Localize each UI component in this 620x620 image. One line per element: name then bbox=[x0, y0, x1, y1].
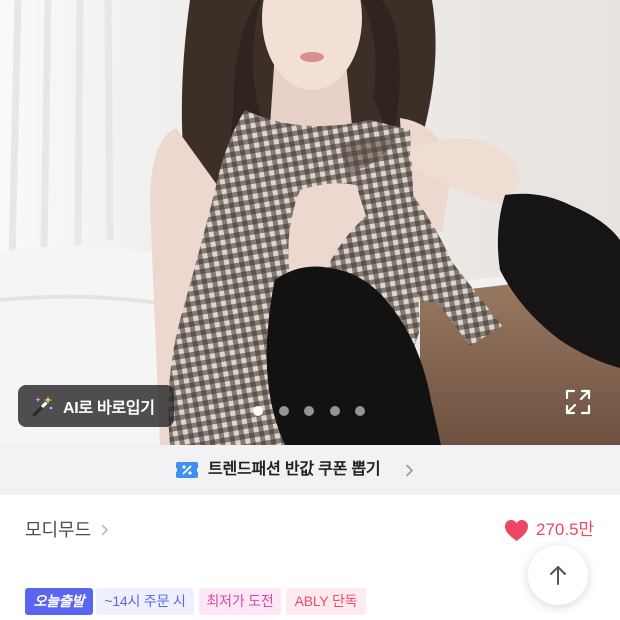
carousel-dots bbox=[253, 406, 365, 416]
magic-wand-icon bbox=[32, 396, 53, 417]
badge-today-shipping: 오늘출발 bbox=[25, 588, 93, 615]
carousel-dot bbox=[278, 406, 289, 416]
chevron-right-icon bbox=[102, 524, 108, 536]
store-name: 모디무드 bbox=[25, 520, 92, 540]
coupon-banner[interactable]: 트렌드패션 반값 쿠폰 뽑기 bbox=[0, 445, 620, 495]
badge-ably-exclusive: ABLY 단독 bbox=[286, 588, 366, 615]
product-photo[interactable] bbox=[0, 0, 620, 445]
coupon-banner-text: 트렌드패션 반값 쿠폰 뽑기 bbox=[208, 461, 381, 478]
model-lips bbox=[300, 52, 324, 62]
like-count: 270.5만 bbox=[536, 520, 595, 539]
expand-icon bbox=[565, 389, 591, 415]
expand-button[interactable] bbox=[565, 389, 591, 415]
ai-try-on-label: AI로 바로입기 bbox=[63, 400, 155, 417]
chevron-right-icon bbox=[406, 464, 413, 477]
carousel-dot bbox=[329, 406, 340, 416]
like-group: 270.5만 bbox=[504, 517, 594, 543]
arrow-up-icon bbox=[550, 566, 566, 585]
product-detail-page: AI로 바로입기 트렌드패션 반값 쿠폰 뽑기 모디무드 270.5만 오늘출발… bbox=[0, 0, 620, 620]
store-link[interactable]: 모디무드 bbox=[25, 517, 109, 543]
product-image-gallery[interactable]: AI로 바로입기 bbox=[0, 0, 620, 445]
coupon-icon bbox=[176, 462, 198, 478]
badge-lowest-price: 최저가 도전 bbox=[199, 588, 281, 615]
carousel-dot-active bbox=[253, 406, 263, 416]
badge-order-deadline: ~14시 주문 시 bbox=[96, 588, 194, 615]
carousel-dot bbox=[304, 406, 314, 416]
ai-try-on-button[interactable]: AI로 바로입기 bbox=[18, 385, 174, 427]
carousel-dot bbox=[355, 406, 365, 416]
heart-icon[interactable] bbox=[504, 519, 529, 542]
scroll-to-top-button[interactable] bbox=[528, 545, 588, 605]
